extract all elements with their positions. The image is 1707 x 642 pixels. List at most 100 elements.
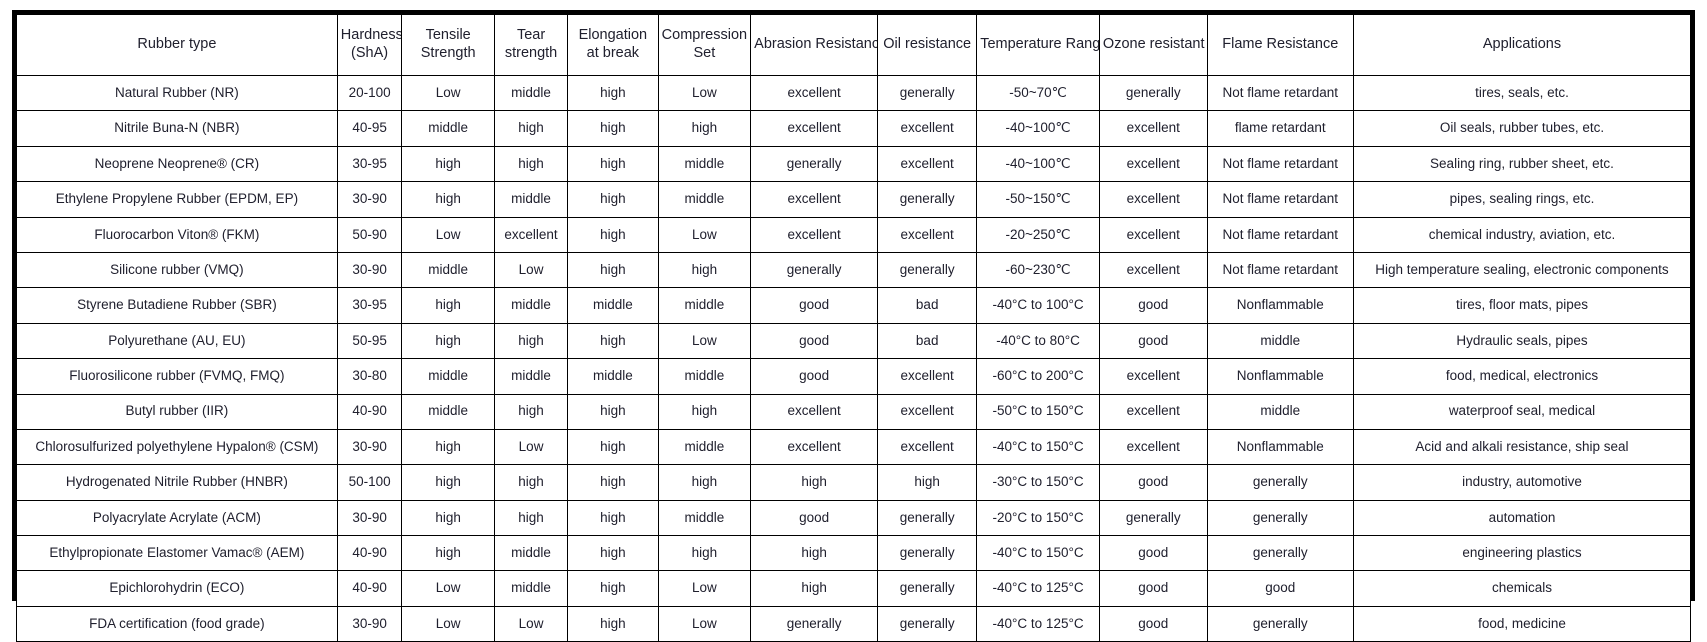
cell-abrasion-resistance: good [750, 499, 879, 537]
cell-compression-set: Low [657, 216, 752, 253]
cell-ozone-resistant: excellent [1098, 251, 1208, 289]
rubber-comparison-table: Rubber type Hardness (ShA) Tensile Stren… [16, 14, 1692, 642]
cell-flame-resistance: Nonflammable [1206, 358, 1354, 395]
cell-tensile-strength: high [401, 535, 495, 572]
cell-tensile-strength: Low [401, 216, 495, 253]
cell-abrasion-resistance: excellent [750, 74, 879, 112]
column-header-rubber-type: Rubber type [16, 14, 338, 76]
cell-flame-resistance: middle [1206, 322, 1354, 360]
cell-ozone-resistant: excellent [1098, 110, 1208, 147]
cell-tensile-strength: Low [401, 74, 495, 112]
cell-abrasion-resistance: excellent [750, 216, 879, 253]
cell-hardness: 50-90 [336, 216, 403, 253]
cell-abrasion-resistance: generally [750, 251, 879, 289]
cell-oil-resistance: excellent [877, 428, 978, 466]
column-header-line: Abrasion Resistance [754, 36, 878, 53]
column-header-compression-set: Compression Set [657, 14, 752, 76]
cell-tear-strength: Low [493, 605, 569, 642]
cell-elongation-at-break: high [567, 322, 659, 360]
cell-ozone-resistant: good [1098, 322, 1208, 360]
cell-compression-set: high [657, 393, 752, 430]
cell-applications: chemical industry, aviation, etc. [1352, 216, 1692, 253]
cell-tear-strength: middle [493, 181, 569, 218]
cell-elongation-at-break: high [567, 110, 659, 147]
cell-temperature-range: -30°C to 150°C [976, 464, 1100, 501]
cell-abrasion-resistance: excellent [750, 110, 879, 147]
cell-abrasion-resistance: generally [750, 145, 879, 183]
cell-abrasion-resistance: good [750, 287, 879, 324]
cell-hardness: 30-95 [336, 287, 403, 324]
cell-flame-resistance: Nonflammable [1206, 428, 1354, 466]
cell-hardness: 30-90 [336, 251, 403, 289]
cell-flame-resistance: flame retardant [1206, 110, 1354, 147]
column-header-ozone-resistant: Ozone resistant [1098, 14, 1208, 76]
cell-compression-set: high [657, 110, 752, 147]
cell-temperature-range: -60~230℃ [976, 251, 1100, 289]
cell-applications: waterproof seal, medical [1352, 393, 1692, 430]
cell-temperature-range: -50~150℃ [976, 181, 1100, 218]
column-header-line: Tensile [425, 27, 471, 44]
table-row: Fluorocarbon Viton® (FKM) 50-90 Low excelle… [16, 216, 1692, 253]
cell-applications: food, medicine [1352, 605, 1692, 642]
cell-flame-resistance: Not flame retardant [1206, 181, 1354, 218]
cell-tear-strength: high [493, 499, 569, 537]
cell-elongation-at-break: high [567, 216, 659, 253]
column-header-line: Temperature Range [980, 36, 1100, 53]
cell-hardness: 20-100 [336, 74, 403, 112]
cell-flame-resistance: generally [1206, 499, 1354, 537]
cell-applications: Acid and alkali resistance, ship seal [1352, 428, 1692, 466]
column-header-tensile-strength: Tensile Strength [401, 14, 495, 76]
cell-oil-resistance: generally [877, 251, 978, 289]
cell-applications: industry, automotive [1352, 464, 1692, 501]
cell-tensile-strength: high [401, 499, 495, 537]
cell-elongation-at-break: high [567, 393, 659, 430]
table-row: Butyl rubber (IIR) 40-90 middle high high hig… [16, 393, 1692, 430]
cell-elongation-at-break: high [567, 145, 659, 183]
cell-applications: tires, seals, etc. [1352, 74, 1692, 112]
cell-temperature-range: -20°C to 150°C [976, 499, 1100, 537]
cell-abrasion-resistance: high [750, 570, 879, 607]
table-row: Neoprene Neoprene® (CR) 30-95 high high high… [16, 145, 1692, 183]
cell-compression-set: middle [657, 499, 752, 537]
cell-abrasion-resistance: generally [750, 605, 879, 642]
cell-compression-set: middle [657, 181, 752, 218]
cell-temperature-range: -40°C to 150°C [976, 428, 1100, 466]
table-body: Natural Rubber (NR) 20-100 Low middle high Lo… [16, 74, 1692, 642]
table-row: Styrene Butadiene Rubber (SBR) 30-95 high m… [16, 287, 1692, 324]
cell-compression-set: Low [657, 322, 752, 360]
cell-applications: pipes, sealing rings, etc. [1352, 181, 1692, 218]
cell-rubber-type: Natural Rubber (NR) [16, 74, 338, 112]
cell-hardness: 50-95 [336, 322, 403, 360]
column-header-abrasion-resistance: Abrasion Resistance [750, 14, 879, 76]
cell-flame-resistance: good [1206, 570, 1354, 607]
column-header-line: Flame Resistance [1222, 36, 1339, 53]
cell-applications: High temperature sealing, electronic com… [1352, 251, 1692, 289]
cell-flame-resistance: Not flame retardant [1206, 145, 1354, 183]
cell-compression-set: middle [657, 145, 752, 183]
cell-tensile-strength: high [401, 464, 495, 501]
cell-oil-resistance: excellent [877, 216, 978, 253]
cell-rubber-type: Hydrogenated Nitrile Rubber (HNBR) [16, 464, 338, 501]
cell-oil-resistance: excellent [877, 145, 978, 183]
cell-flame-resistance: Not flame retardant [1206, 251, 1354, 289]
cell-elongation-at-break: high [567, 428, 659, 466]
cell-ozone-resistant: excellent [1098, 181, 1208, 218]
cell-ozone-resistant: excellent [1098, 428, 1208, 466]
column-header-line: Strength [420, 45, 476, 61]
cell-compression-set: Low [657, 570, 752, 607]
cell-ozone-resistant: generally [1098, 499, 1208, 537]
column-header-tear-strength: Tear strength [493, 14, 569, 76]
table-header: Rubber type Hardness (ShA) Tensile Stren… [16, 14, 1692, 76]
cell-applications: tires, floor mats, pipes [1352, 287, 1692, 324]
cell-compression-set: middle [657, 428, 752, 466]
cell-compression-set: middle [657, 287, 752, 324]
cell-tear-strength: middle [493, 74, 569, 112]
cell-applications: Sealing ring, rubber sheet, etc. [1352, 145, 1692, 183]
column-header-hardness: Hardness (ShA) [336, 14, 403, 76]
table-row: Silicone rubber (VMQ) 30-90 middle Low high h… [16, 251, 1692, 289]
cell-temperature-range: -20~250℃ [976, 216, 1100, 253]
cell-flame-resistance: Nonflammable [1206, 287, 1354, 324]
column-header-line: Hardness [340, 27, 402, 44]
cell-temperature-range: -40°C to 125°C [976, 570, 1100, 607]
cell-tear-strength: middle [493, 570, 569, 607]
